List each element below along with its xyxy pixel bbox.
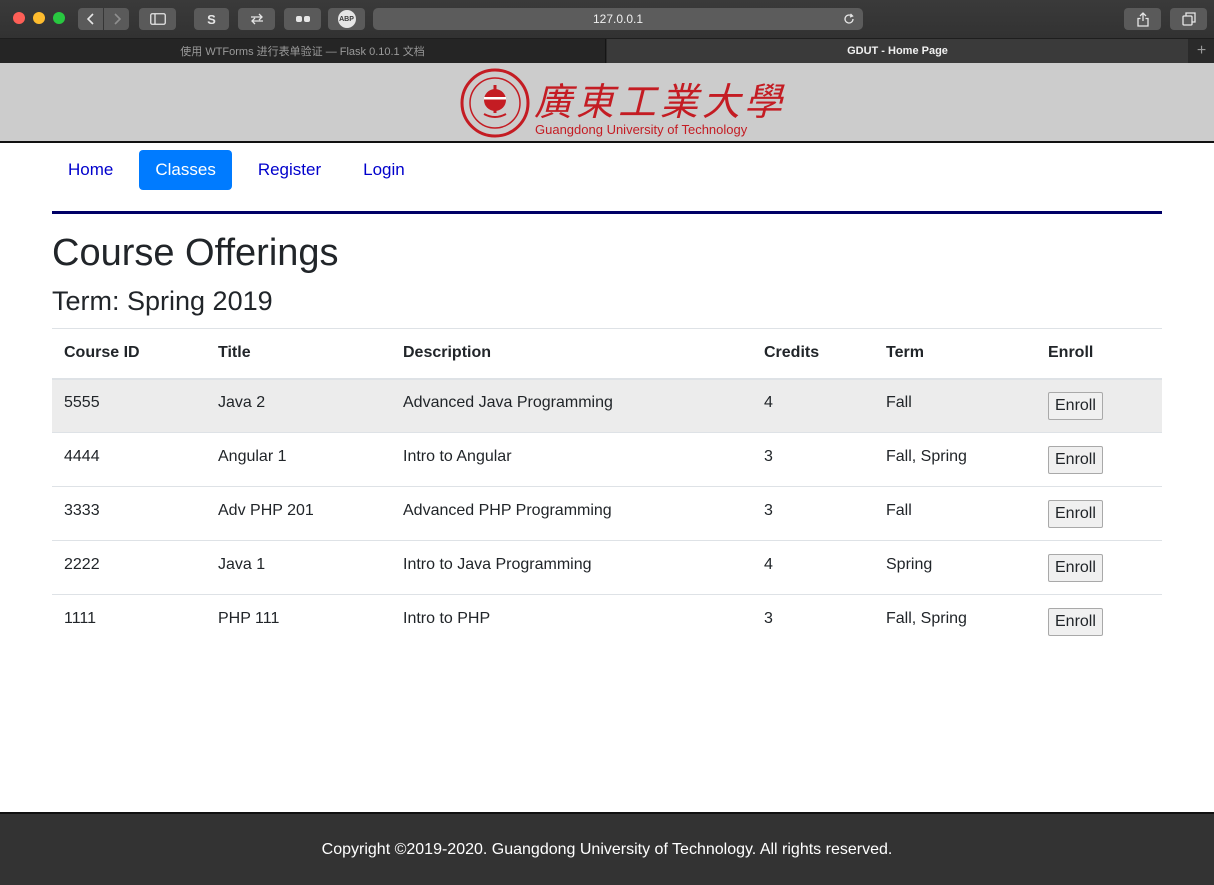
- chevron-right-icon: [113, 13, 121, 25]
- university-logo[interactable]: 廣東工業大學 Guangdong University of Technolog…: [460, 67, 782, 139]
- tab-label: GDUT - Home Page: [847, 45, 948, 57]
- tab-overview-button[interactable]: [1170, 8, 1207, 30]
- adblock-icon: ABP: [337, 10, 356, 28]
- glasses-icon: [295, 16, 310, 22]
- course-enroll-cell: Enroll: [1036, 540, 1162, 595]
- tab-gdut-home[interactable]: GDUT - Home Page: [607, 39, 1188, 63]
- tabs-overview-icon: [1181, 12, 1196, 26]
- course-enroll-cell: Enroll: [1036, 594, 1162, 649]
- extension-swap-button[interactable]: [238, 8, 275, 30]
- course-id: 4444: [52, 432, 206, 487]
- course-title: Angular 1: [206, 432, 391, 487]
- term-heading: Term: Spring 2019: [52, 286, 273, 316]
- course-description: Intro to PHP: [391, 594, 752, 649]
- course-description: Intro to Angular: [391, 432, 752, 487]
- reload-icon[interactable]: [841, 11, 857, 27]
- site-banner: 廣東工業大學 Guangdong University of Technolog…: [0, 63, 1214, 143]
- share-button[interactable]: [1124, 8, 1161, 30]
- course-term: Fall, Spring: [874, 432, 1036, 487]
- course-credits: 3: [752, 432, 874, 487]
- course-title: PHP 111: [206, 594, 391, 649]
- forward-button[interactable]: [104, 8, 129, 30]
- reader-glasses-button[interactable]: [284, 8, 321, 30]
- course-credits: 3: [752, 594, 874, 649]
- window-minimize-button[interactable]: [33, 12, 45, 24]
- course-credits: 4: [752, 540, 874, 595]
- tab-flask-docs[interactable]: 使用 WTForms 进行表单验证 — Flask 0.10.1 文档: [0, 39, 606, 63]
- course-title: Adv PHP 201: [206, 486, 391, 541]
- course-title: Java 2: [206, 378, 391, 433]
- sidebar-icon: [149, 13, 166, 25]
- course-table: Course ID Title Description Credits Term…: [52, 328, 1162, 649]
- table-row: 5555 Java 2 Advanced Java Programming 4 …: [52, 378, 1162, 433]
- course-enroll-cell: Enroll: [1036, 432, 1162, 487]
- address-url: 127.0.0.1: [592, 12, 644, 26]
- header-description: Description: [391, 328, 752, 380]
- header-credits: Credits: [752, 328, 874, 380]
- enroll-button[interactable]: Enroll: [1048, 445, 1103, 474]
- swap-arrows-icon: [250, 13, 263, 25]
- course-term: Spring: [874, 540, 1036, 595]
- course-credits: 3: [752, 486, 874, 541]
- course-term: Fall, Spring: [874, 594, 1036, 649]
- sidebar-toggle-button[interactable]: [139, 8, 176, 30]
- header-enroll: Enroll: [1036, 328, 1162, 380]
- nav-home[interactable]: Home: [52, 150, 129, 190]
- course-description: Advanced PHP Programming: [391, 486, 752, 541]
- plus-icon: +: [1196, 42, 1207, 59]
- page-title: Course Offerings: [52, 232, 339, 274]
- window-close-button[interactable]: [13, 12, 25, 24]
- enroll-button[interactable]: Enroll: [1048, 607, 1103, 636]
- address-bar[interactable]: 127.0.0.1: [373, 8, 863, 30]
- header-term: Term: [874, 328, 1036, 380]
- course-description: Intro to Java Programming: [391, 540, 752, 595]
- course-id: 2222: [52, 540, 206, 595]
- site-footer: Copyright ©2019-2020. Guangdong Universi…: [0, 812, 1214, 885]
- browser-chrome: S ABP 127.0.0.1 使用 WTForms 进行表单验证 — Flas…: [0, 0, 1214, 63]
- logo-english-name: Guangdong University of Technology: [535, 122, 748, 137]
- course-term: Fall: [874, 486, 1036, 541]
- header-title: Title: [206, 328, 391, 380]
- history-navigation: [78, 8, 129, 30]
- nav-register[interactable]: Register: [242, 150, 337, 190]
- browser-toolbar: S ABP 127.0.0.1: [0, 0, 1214, 38]
- tab-label: 使用 WTForms 进行表单验证 — Flask 0.10.1 文档: [180, 46, 425, 58]
- course-description: Advanced Java Programming: [391, 378, 752, 433]
- table-header-row: Course ID Title Description Credits Term…: [52, 328, 1162, 380]
- header-course-id: Course ID: [52, 328, 206, 380]
- university-seal-icon: [460, 68, 530, 138]
- nav-divider: [52, 211, 1162, 214]
- nav-classes[interactable]: Classes: [139, 150, 232, 190]
- course-enroll-cell: Enroll: [1036, 378, 1162, 433]
- enroll-button[interactable]: Enroll: [1048, 499, 1103, 528]
- enroll-button[interactable]: Enroll: [1048, 553, 1103, 582]
- course-id: 3333: [52, 486, 206, 541]
- course-id: 1111: [52, 594, 206, 649]
- course-title: Java 1: [206, 540, 391, 595]
- course-enroll-cell: Enroll: [1036, 486, 1162, 541]
- course-id: 5555: [52, 378, 206, 433]
- extension-s-button[interactable]: S: [194, 8, 229, 30]
- new-tab-button[interactable]: +: [1189, 39, 1214, 63]
- main-nav: Home Classes Register Login: [52, 150, 431, 190]
- chevron-left-icon: [86, 13, 94, 25]
- back-button[interactable]: [78, 8, 103, 30]
- table-row: 4444 Angular 1 Intro to Angular 3 Fall, …: [52, 432, 1162, 487]
- course-credits: 4: [752, 378, 874, 433]
- logo-chinese-name: 廣東工業大學: [534, 80, 787, 124]
- nav-login[interactable]: Login: [347, 150, 421, 190]
- table-row: 2222 Java 1 Intro to Java Programming 4 …: [52, 540, 1162, 595]
- table-row: 3333 Adv PHP 201 Advanced PHP Programmin…: [52, 486, 1162, 541]
- enroll-button[interactable]: Enroll: [1048, 391, 1103, 420]
- window-fullscreen-button[interactable]: [53, 12, 65, 24]
- extension-s-label: S: [207, 11, 216, 27]
- share-icon: [1136, 11, 1149, 27]
- adblock-button[interactable]: ABP: [328, 8, 365, 30]
- table-row: 1111 PHP 111 Intro to PHP 3 Fall, Spring…: [52, 594, 1162, 649]
- tab-bar: 使用 WTForms 进行表单验证 — Flask 0.10.1 文档 GDUT…: [0, 38, 1214, 63]
- footer-copyright: Copyright ©2019-2020. Guangdong Universi…: [321, 840, 893, 858]
- course-term: Fall: [874, 378, 1036, 433]
